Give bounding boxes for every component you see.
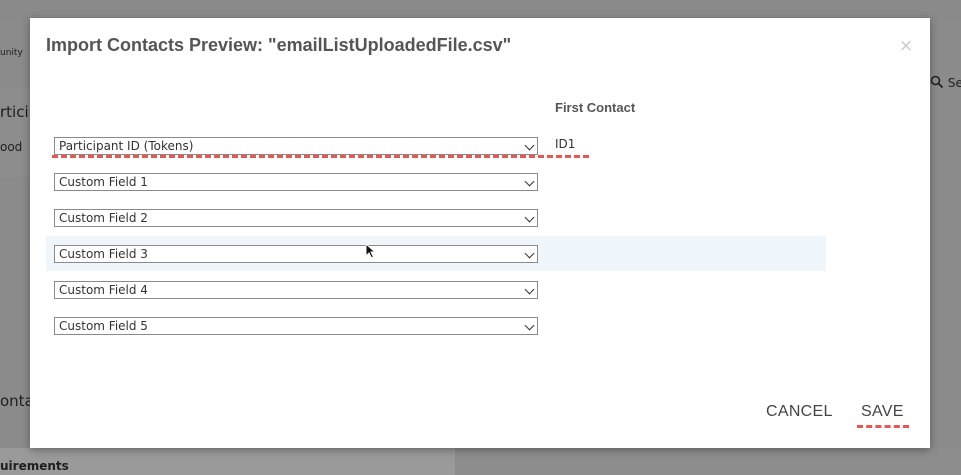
tab-fragment-contacts: onta <box>0 392 34 410</box>
search-placeholder-fragment: Se <box>947 76 961 90</box>
chevron-down-icon <box>524 248 535 259</box>
field-mapping-select-4[interactable]: Custom Field 3 <box>54 245 538 263</box>
section-fragment-requirements: uirements <box>0 459 69 473</box>
select-value: Custom Field 2 <box>59 211 148 225</box>
search-icon <box>930 75 944 89</box>
nav-fragment-community: unity <box>0 48 23 58</box>
left-panel-bg <box>0 18 30 448</box>
page-header-bg <box>0 0 961 18</box>
dialog-title: Import Contacts Preview: "emailListUploa… <box>46 35 512 55</box>
cancel-button[interactable]: CANCEL <box>766 403 833 421</box>
first-contact-value: ID1 <box>555 137 576 151</box>
field-label-fragment: ood <box>0 140 23 154</box>
select-value: Custom Field 3 <box>59 247 148 261</box>
annotation-underline-save <box>857 425 909 428</box>
field-mapping-select-5[interactable]: Custom Field 4 <box>54 281 538 299</box>
field-mapping-select-3[interactable]: Custom Field 2 <box>54 209 538 227</box>
annotation-underline-participant-id <box>52 155 589 158</box>
import-preview-dialog: Import Contacts Preview: "emailListUploa… <box>30 18 930 448</box>
first-contact-header: First Contact <box>555 100 636 115</box>
close-icon[interactable]: × <box>896 36 916 56</box>
chevron-down-icon <box>524 212 535 223</box>
select-value: Participant ID (Tokens) <box>59 139 194 153</box>
field-mapping-select-6[interactable]: Custom Field 5 <box>54 317 538 335</box>
search-fragment: Se <box>930 75 961 90</box>
chevron-down-icon <box>524 320 535 331</box>
field-mapping-select-2[interactable]: Custom Field 1 <box>54 173 538 191</box>
chevron-down-icon <box>524 140 535 151</box>
left-section-bg <box>0 88 30 178</box>
chevron-down-icon <box>524 176 535 187</box>
chevron-down-icon <box>524 284 535 295</box>
mouse-cursor-icon <box>365 243 377 259</box>
select-value: Custom Field 5 <box>59 319 148 333</box>
select-value: Custom Field 1 <box>59 175 148 189</box>
select-value: Custom Field 4 <box>59 283 148 297</box>
save-button[interactable]: SAVE <box>861 403 904 421</box>
field-mapping-select-1[interactable]: Participant ID (Tokens) <box>54 137 538 155</box>
